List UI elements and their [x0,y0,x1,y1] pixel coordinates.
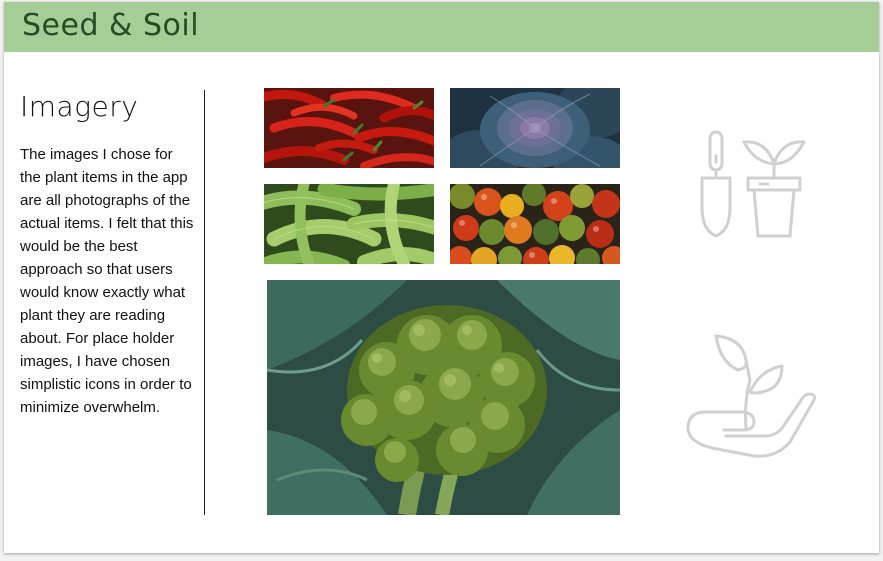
heirloom-tomatoes-photo [450,184,620,264]
seedling-in-hand-icon [684,332,820,460]
section-body-text: The images I chose for the plant items i… [20,146,194,416]
header-bar: Seed & Soil [4,2,879,52]
vertical-divider [204,90,205,515]
broccoli-photo [267,280,620,515]
trowel-and-potted-plant-icon [694,130,806,240]
brand-title: Seed & Soil [22,8,200,43]
section-title: Imagery [20,90,139,123]
red-chili-peppers-photo [264,88,434,168]
purple-ornamental-cabbage-photo [450,88,620,168]
slide: Seed & Soil Imagery The images I chose f… [4,2,879,553]
okra-photo [264,184,434,264]
